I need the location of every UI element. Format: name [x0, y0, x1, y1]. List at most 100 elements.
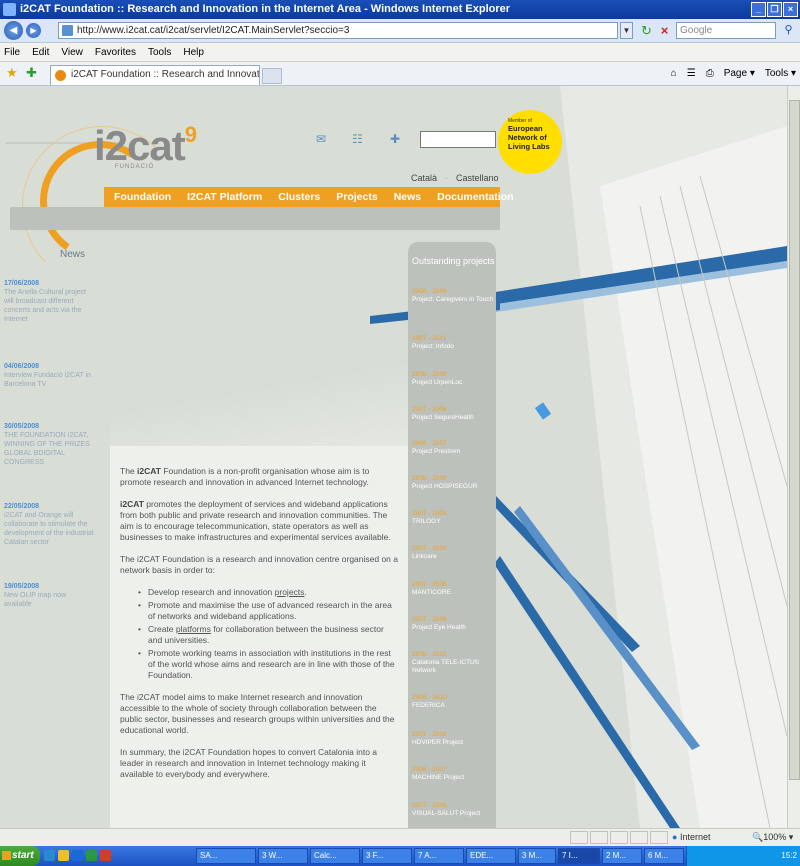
page-menu[interactable]: Page ▾	[724, 63, 755, 85]
news-item[interactable]: 22/05/2008 i2CAT and Orange will collabo…	[4, 502, 94, 547]
project-item[interactable]: 2008 - 2009 Project UrpenLoc	[412, 371, 496, 387]
address-input[interactable]: http://www.i2cat.cat/i2cat/servlet/I2CAT…	[58, 22, 618, 39]
nav-clusters[interactable]: Clusters	[278, 191, 320, 203]
platforms-link[interactable]: platforms	[176, 624, 211, 634]
menu-help[interactable]: Help	[183, 43, 204, 61]
taskbar-item[interactable]: EDE...	[466, 848, 516, 864]
feeds-icon[interactable]: ☰	[687, 63, 696, 85]
mail-icon[interactable]: ✉	[316, 132, 326, 146]
project-item[interactable]: 2008 - 2010 Catalonia TELE-ICTUS Network	[412, 651, 496, 675]
project-years: 2007 - 2008	[412, 545, 447, 552]
project-name: Project UrpenLoc	[412, 379, 463, 386]
taskbar-item[interactable]: 3 W...	[258, 848, 308, 864]
security-zone[interactable]: ● Internet	[672, 831, 710, 844]
project-name: MANTICORE	[412, 589, 451, 596]
nav-news[interactable]: News	[394, 191, 421, 203]
goals-list: Develop research and innovation projects…	[138, 587, 400, 681]
lang-castellano[interactable]: Castellano	[456, 173, 499, 183]
news-heading: News	[60, 249, 86, 260]
menu-file[interactable]: File	[4, 43, 20, 61]
text: The	[120, 466, 138, 476]
news-item[interactable]: 17/06/2008 The Anella Cultural project w…	[4, 279, 94, 324]
menu-edit[interactable]: Edit	[32, 43, 49, 61]
tools-menu[interactable]: Tools ▾	[765, 63, 796, 85]
project-item[interactable]: 2007 - 2008 VISUAL-SALUT Project	[412, 802, 496, 818]
refresh-button[interactable]: ↻	[638, 22, 655, 39]
sitemap-icon[interactable]: ☷	[352, 132, 363, 146]
scrollbar-thumb[interactable]	[789, 100, 800, 780]
nav-foundation[interactable]: Foundation	[114, 191, 171, 203]
project-years: 2008 - 2009	[412, 371, 447, 378]
add-favorites-icon[interactable]: ✚	[26, 66, 37, 80]
lang-catala[interactable]: Català	[411, 173, 437, 183]
site-logo[interactable]: i2cat9	[94, 122, 197, 170]
news-item[interactable]: 04/06/2008 Interview Fundació i2CAT in B…	[4, 362, 94, 389]
project-item[interactable]: 2007 - 2008 MANTICORE	[412, 581, 496, 597]
forward-button[interactable]: ▶	[26, 23, 41, 38]
list-item: Promote working teams in association wit…	[138, 648, 400, 681]
news-item[interactable]: 30/05/2008 THE FOUNDATION I2CAT, WINNING…	[4, 422, 94, 467]
minimize-button[interactable]: _	[751, 2, 766, 17]
tab-active[interactable]: i2CAT Foundation :: Research and Innovat…	[50, 65, 260, 85]
menu-favorites[interactable]: Favorites	[95, 43, 136, 61]
project-item[interactable]: 2007 - 2008 TRILOGY	[412, 510, 496, 526]
taskbar-item[interactable]: 7 A...	[414, 848, 464, 864]
project-years: 2008 - 2009	[412, 475, 447, 482]
project-item[interactable]: 2006 - 2007 MACHINE Project	[412, 766, 496, 782]
taskbar-item[interactable]: 3 M...	[518, 848, 556, 864]
command-bar: ⌂ ☰ ⎙ Page ▾ Tools ▾	[671, 63, 796, 85]
main-nav: Foundation I2CAT Platform Clusters Proje…	[104, 187, 514, 207]
nav-i2cat-platform[interactable]: I2CAT Platform	[187, 191, 262, 203]
project-item[interactable]: 2007 - 2008 HDVIPER Project	[412, 731, 496, 747]
nav-projects[interactable]: Projects	[336, 191, 377, 203]
projects-link[interactable]: projects	[275, 587, 305, 597]
brand-text: i2CAT	[120, 499, 144, 509]
project-item[interactable]: 2007 - 2008 Project SegureHealth	[412, 406, 496, 422]
quicklaunch-app-icon[interactable]	[100, 850, 111, 861]
living-labs-badge[interactable]: Member of European Network of Living Lab…	[498, 110, 562, 174]
taskbar-item[interactable]: 2 M...	[602, 848, 642, 864]
quicklaunch-ie-icon[interactable]	[44, 850, 55, 861]
globe-icon: ●	[672, 832, 678, 842]
print-icon[interactable]: ⎙	[706, 63, 714, 85]
menu-tools[interactable]: Tools	[148, 43, 171, 61]
tray-clock[interactable]: 15:2	[781, 851, 797, 860]
news-item[interactable]: 19/05/2008 New OLIP map now available	[4, 582, 94, 609]
project-item[interactable]: 2008 - 2009 Project: Caregivers in Touch	[412, 288, 496, 304]
favorites-star-icon[interactable]: ★	[6, 66, 18, 80]
taskbar-item[interactable]: Calc...	[310, 848, 360, 864]
menu-view[interactable]: View	[61, 43, 83, 61]
project-item[interactable]: 2006 - 2007 Project Prestrem	[412, 440, 496, 456]
start-button[interactable]: start	[0, 846, 40, 866]
project-item[interactable]: 2008 - 2010 FEDERICA	[412, 694, 496, 710]
close-button[interactable]: ×	[783, 2, 798, 17]
taskbar-item[interactable]: 3 F...	[362, 848, 412, 864]
project-item[interactable]: 2007 - 2011 Project: Infodo	[412, 335, 496, 351]
home-icon[interactable]: ⌂	[671, 63, 677, 85]
quicklaunch-excel-icon[interactable]	[86, 850, 97, 861]
project-item[interactable]: 2007 - 2008 Linkcare	[412, 545, 496, 561]
quicklaunch-word-icon[interactable]	[72, 850, 83, 861]
project-item[interactable]: 2007 - 2008 Project Eye Health	[412, 616, 496, 632]
search-input[interactable]: Google	[676, 22, 776, 39]
project-item[interactable]: 2008 - 2009 Project HOSPISEGUR	[412, 475, 496, 491]
nav-documentation[interactable]: Documentation	[437, 191, 513, 203]
zoom-level: 100%	[763, 832, 787, 842]
new-tab-button[interactable]	[262, 68, 282, 84]
maximize-button[interactable]: ❐	[767, 2, 782, 17]
quicklaunch-folder-icon[interactable]	[58, 850, 69, 861]
list-item: Develop research and innovation projects…	[138, 587, 400, 598]
stop-button[interactable]: ×	[656, 22, 673, 39]
taskbar-item[interactable]: SA...	[196, 848, 256, 864]
back-button[interactable]: ◀	[4, 21, 23, 40]
vertical-scrollbar[interactable]	[787, 86, 800, 828]
taskbar-item[interactable]: 6 M...	[644, 848, 684, 864]
address-dropdown-button[interactable]: ▼	[620, 22, 633, 39]
zoom-control[interactable]: 🔍100% ▾	[752, 831, 793, 844]
text: Develop research and innovation	[148, 587, 275, 597]
project-name: Project Eye Health	[412, 624, 466, 631]
search-icon[interactable]: ⚲	[780, 22, 797, 39]
taskbar-item-active[interactable]: 7 I...	[558, 848, 600, 864]
network-icon[interactable]: ✚	[390, 132, 400, 146]
site-search-input[interactable]	[420, 131, 496, 148]
